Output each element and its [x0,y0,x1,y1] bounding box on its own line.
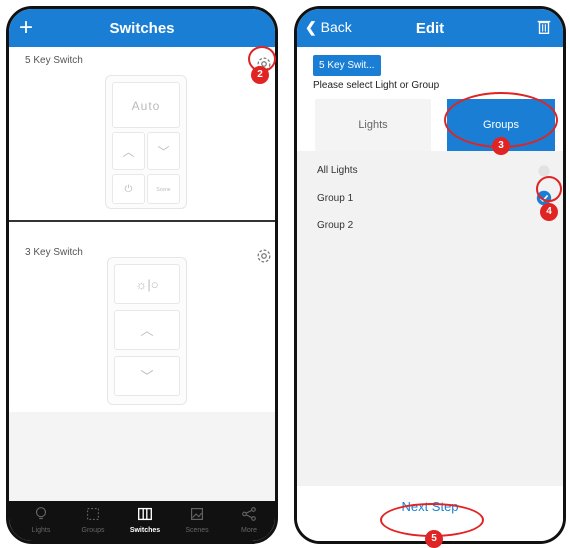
step-marker: 3 [492,137,510,155]
tab-label: Switches [129,527,161,534]
tab-label: More [241,527,257,534]
chevron-down-icon: ﹀ [147,132,180,170]
gear-icon[interactable] [255,247,273,265]
page-title: Switches [109,20,175,37]
edit-screen: ❮ Back Edit 5 Key Swit... Please select … [294,6,566,544]
bottom-tab-bar: Lights Groups Switches Scenes More [9,501,275,541]
step-marker: 5 [425,530,443,548]
auto-key: Auto [112,82,180,128]
tab-more[interactable]: More [223,505,275,534]
chevron-up-icon: ︿ [112,132,145,170]
select-prompt: Please select Light or Group [313,80,440,91]
switch-card-label: 5 Key Switch [25,55,83,66]
step-marker: 4 [540,203,558,221]
switches-header: + Switches [9,9,275,47]
tab-scenes[interactable]: Scenes [171,505,223,534]
bulb-icon [35,507,47,520]
switch-card-3-key[interactable]: 3 Key Switch ☼|○ ︿ ﹀ [9,237,275,412]
switch-icon [138,507,152,521]
power-icon: ⏻ [112,174,145,204]
three-key-remote-preview: ☼|○ ︿ ﹀ [107,257,187,405]
tab-groups[interactable]: Groups [67,505,119,534]
lights-segment-button[interactable]: Lights [315,99,431,151]
light-toggle-icon: ☼|○ [114,264,180,304]
five-key-remote-preview: Auto ︿ ﹀ ⏻ Scene [105,75,187,209]
trash-icon[interactable] [535,18,553,36]
tab-lights[interactable]: Lights [15,505,67,534]
list-item-all-lights[interactable]: All Lights [317,165,358,176]
tab-label: Lights [31,527,51,534]
tab-label: Scenes [185,527,209,534]
tab-label: Groups [81,527,105,534]
group-list: All Lights Group 1 Group 2 [297,151,563,489]
step-marker: 2 [251,66,269,84]
list-item-group-2[interactable]: Group 2 [317,220,353,231]
switch-card-5-key[interactable]: 5 Key Switch Auto ︿ ﹀ ⏻ Scene [9,47,275,222]
switch-name-chip[interactable]: 5 Key Swit... [313,55,381,76]
empty-area [9,412,275,504]
annotation-ring [536,176,562,202]
switches-screen: + Switches 5 Key Switch Auto ︿ ﹀ ⏻ Scene… [6,6,278,544]
scene-key: Scene [147,174,180,204]
share-icon [242,507,256,521]
switch-card-label: 3 Key Switch [25,247,83,258]
list-item-group-1[interactable]: Group 1 [317,193,353,204]
page-title: Edit [415,20,445,37]
groups-icon [87,508,99,520]
scenes-icon [191,508,203,520]
edit-header: ❮ Back Edit [297,9,563,47]
chevron-down-icon: ﹀ [114,356,180,396]
tab-switches[interactable]: Switches [119,505,171,534]
chevron-up-icon: ︿ [114,310,180,350]
